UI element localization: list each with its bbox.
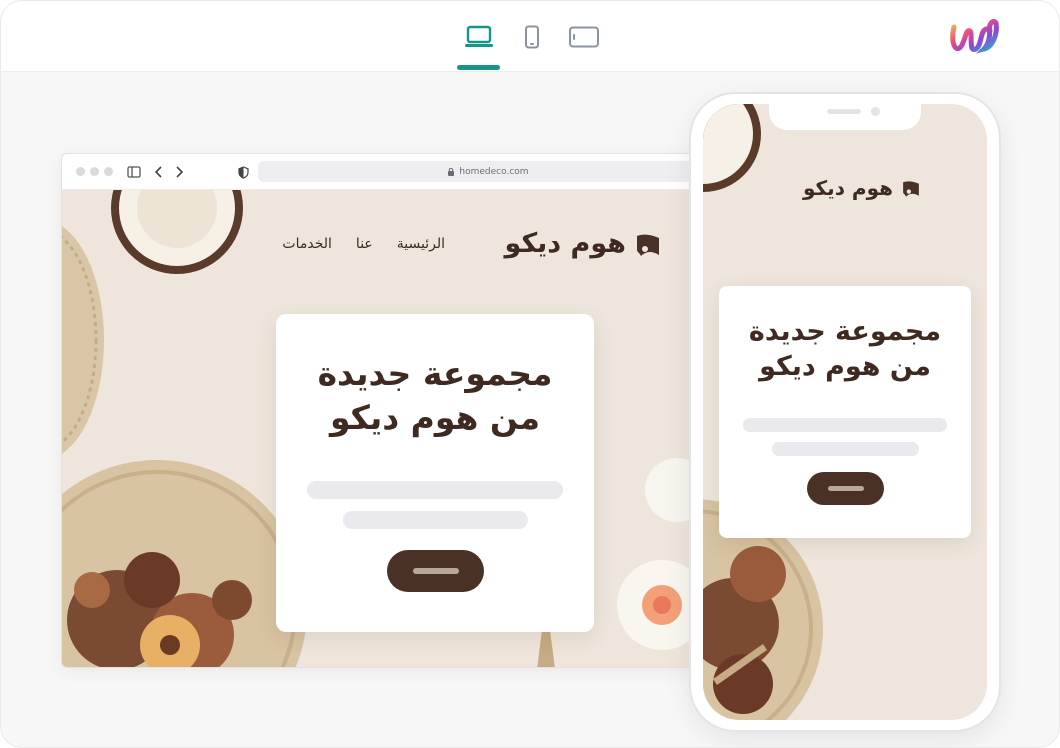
- brand-name: هوم ديكو: [504, 228, 626, 259]
- button-label-placeholder: [412, 568, 459, 574]
- text-placeholder: [307, 481, 563, 499]
- nav-item-home[interactable]: الرئيسية: [397, 236, 445, 252]
- nav-item-services[interactable]: الخدمات: [282, 236, 332, 252]
- window-dot: [76, 167, 85, 176]
- hero-card: مجموعة جديدة من هوم ديكو: [276, 314, 594, 632]
- device-toolbar: [1, 1, 1059, 72]
- mobile-brand[interactable]: هوم ديكو: [803, 176, 921, 200]
- forward-icon[interactable]: [172, 164, 186, 180]
- mobile-hero-card: مجموعة جديدة من هوم ديكو: [719, 286, 971, 538]
- hero-cta-button[interactable]: [387, 550, 484, 592]
- mobile-brand-name: هوم ديكو: [803, 176, 893, 200]
- active-device-indicator: [457, 65, 500, 70]
- brand-logo-icon: [903, 181, 919, 197]
- hero-title-line: من هوم ديكو: [329, 398, 541, 437]
- button-label-placeholder: [827, 486, 864, 491]
- text-placeholder: [743, 418, 947, 432]
- sidebar-toggle-icon[interactable]: [126, 164, 142, 180]
- mobile-view-icon[interactable]: [521, 21, 543, 53]
- site-nav: الرئيسية عنا الخدمات: [282, 236, 445, 252]
- desktop-view-icon[interactable]: [461, 21, 497, 53]
- desktop-preview: homedeco.com هوم ديكو الرئيسية عنا الخدم…: [61, 153, 701, 668]
- mobile-preview: هوم ديكو مجموعة جديدة من هوم ديكو: [689, 92, 1001, 732]
- editor-frame: homedeco.com هوم ديكو الرئيسية عنا الخدم…: [0, 0, 1060, 748]
- window-dot: [104, 167, 113, 176]
- text-placeholder: [772, 442, 919, 456]
- mobile-screen: هوم ديكو مجموعة جديدة من هوم ديكو: [703, 104, 987, 720]
- lock-icon: [448, 167, 455, 176]
- back-icon[interactable]: [152, 164, 166, 180]
- phone-notch: [769, 104, 921, 130]
- browser-chrome: homedeco.com: [62, 154, 700, 190]
- mobile-hero-title: مجموعة جديدة من هوم ديكو: [719, 314, 971, 384]
- text-placeholder: [343, 511, 528, 529]
- hero-title: مجموعة جديدة من هوم ديكو: [276, 352, 594, 440]
- phone-speaker: [827, 109, 861, 114]
- brand-logo-icon: [637, 234, 659, 256]
- address-bar[interactable]: homedeco.com: [258, 161, 700, 182]
- privacy-shield-icon[interactable]: [236, 164, 250, 180]
- hero-title-line: مجموعة جديدة: [748, 316, 942, 347]
- url-text: homedeco.com: [459, 166, 529, 177]
- site-brand[interactable]: هوم ديكو: [505, 228, 662, 259]
- nav-item-about[interactable]: عنا: [356, 236, 373, 252]
- window-dot: [90, 167, 99, 176]
- hero-title-line: مجموعة جديدة: [317, 354, 553, 393]
- mobile-hero-cta-button[interactable]: [807, 472, 884, 505]
- tablet-view-icon[interactable]: [567, 21, 601, 53]
- website-canvas: هوم ديكو الرئيسية عنا الخدمات مجموعة جدي…: [62, 190, 700, 667]
- hero-title-line: من هوم ديكو: [759, 351, 931, 382]
- phone-camera: [871, 107, 880, 116]
- app-logo: [948, 15, 1002, 59]
